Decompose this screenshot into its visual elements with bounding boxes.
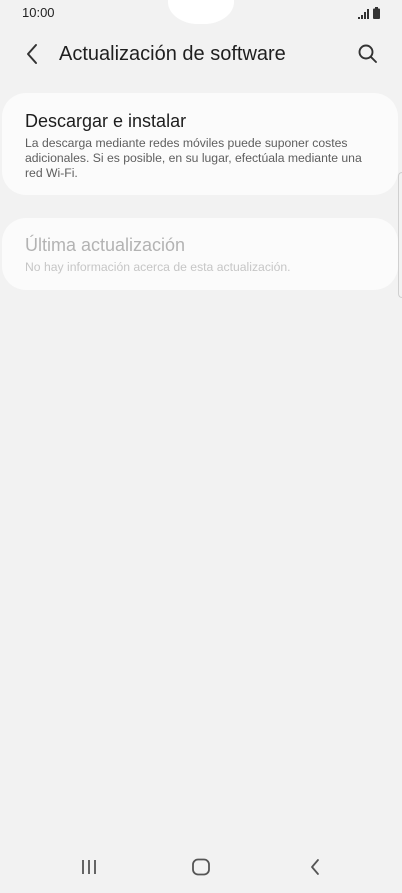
last-update-description: No hay información acerca de esta actual… <box>25 260 291 274</box>
recents-icon <box>82 860 96 874</box>
scroll-indicator[interactable] <box>398 172 402 298</box>
download-install-description: La descarga mediante redes móviles puede… <box>25 136 362 180</box>
navigation-bar <box>0 841 402 893</box>
last-update-title: Última actualización <box>25 235 186 255</box>
status-time: 10:00 <box>22 5 55 20</box>
status-icons <box>358 7 380 19</box>
search-icon <box>358 44 377 63</box>
last-update-card: Última actualización No hay información … <box>2 218 398 290</box>
camera-notch <box>168 0 234 24</box>
back-icon <box>311 859 319 875</box>
download-install-card[interactable]: Descargar e instalar La descarga mediant… <box>2 93 398 195</box>
app-bar: Actualización de software <box>0 30 402 78</box>
nav-back-button[interactable] <box>295 847 335 887</box>
screen: 10:00 Actualización de software Descarga… <box>0 0 402 893</box>
recents-button[interactable] <box>69 847 109 887</box>
page-title: Actualización de software <box>59 43 286 65</box>
home-button[interactable] <box>181 847 221 887</box>
signal-icon <box>358 9 369 19</box>
back-button[interactable] <box>18 40 46 68</box>
status-bar: 10:00 <box>0 0 402 26</box>
chevron-left-icon <box>27 44 37 64</box>
battery-icon <box>373 7 380 19</box>
download-install-title: Descargar e instalar <box>25 111 187 131</box>
home-icon <box>192 858 210 876</box>
search-button[interactable] <box>354 40 382 68</box>
